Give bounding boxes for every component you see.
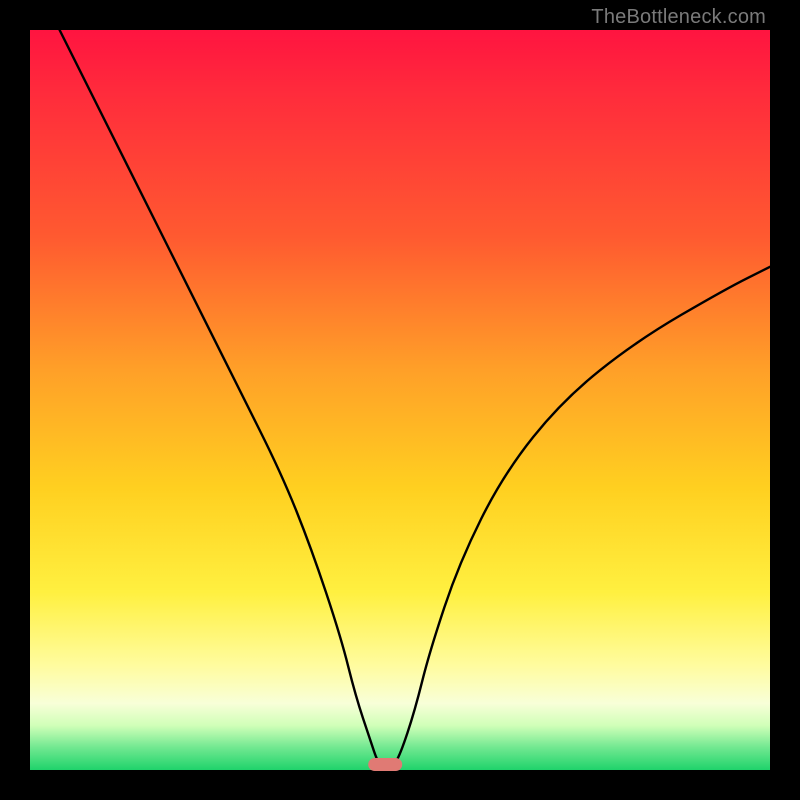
curve-svg [30,30,770,770]
bottleneck-curve-path [60,30,770,769]
plot-area [30,30,770,770]
bottleneck-chart: TheBottleneck.com [0,0,800,800]
optimum-marker [368,758,402,771]
attribution-text: TheBottleneck.com [591,6,766,29]
